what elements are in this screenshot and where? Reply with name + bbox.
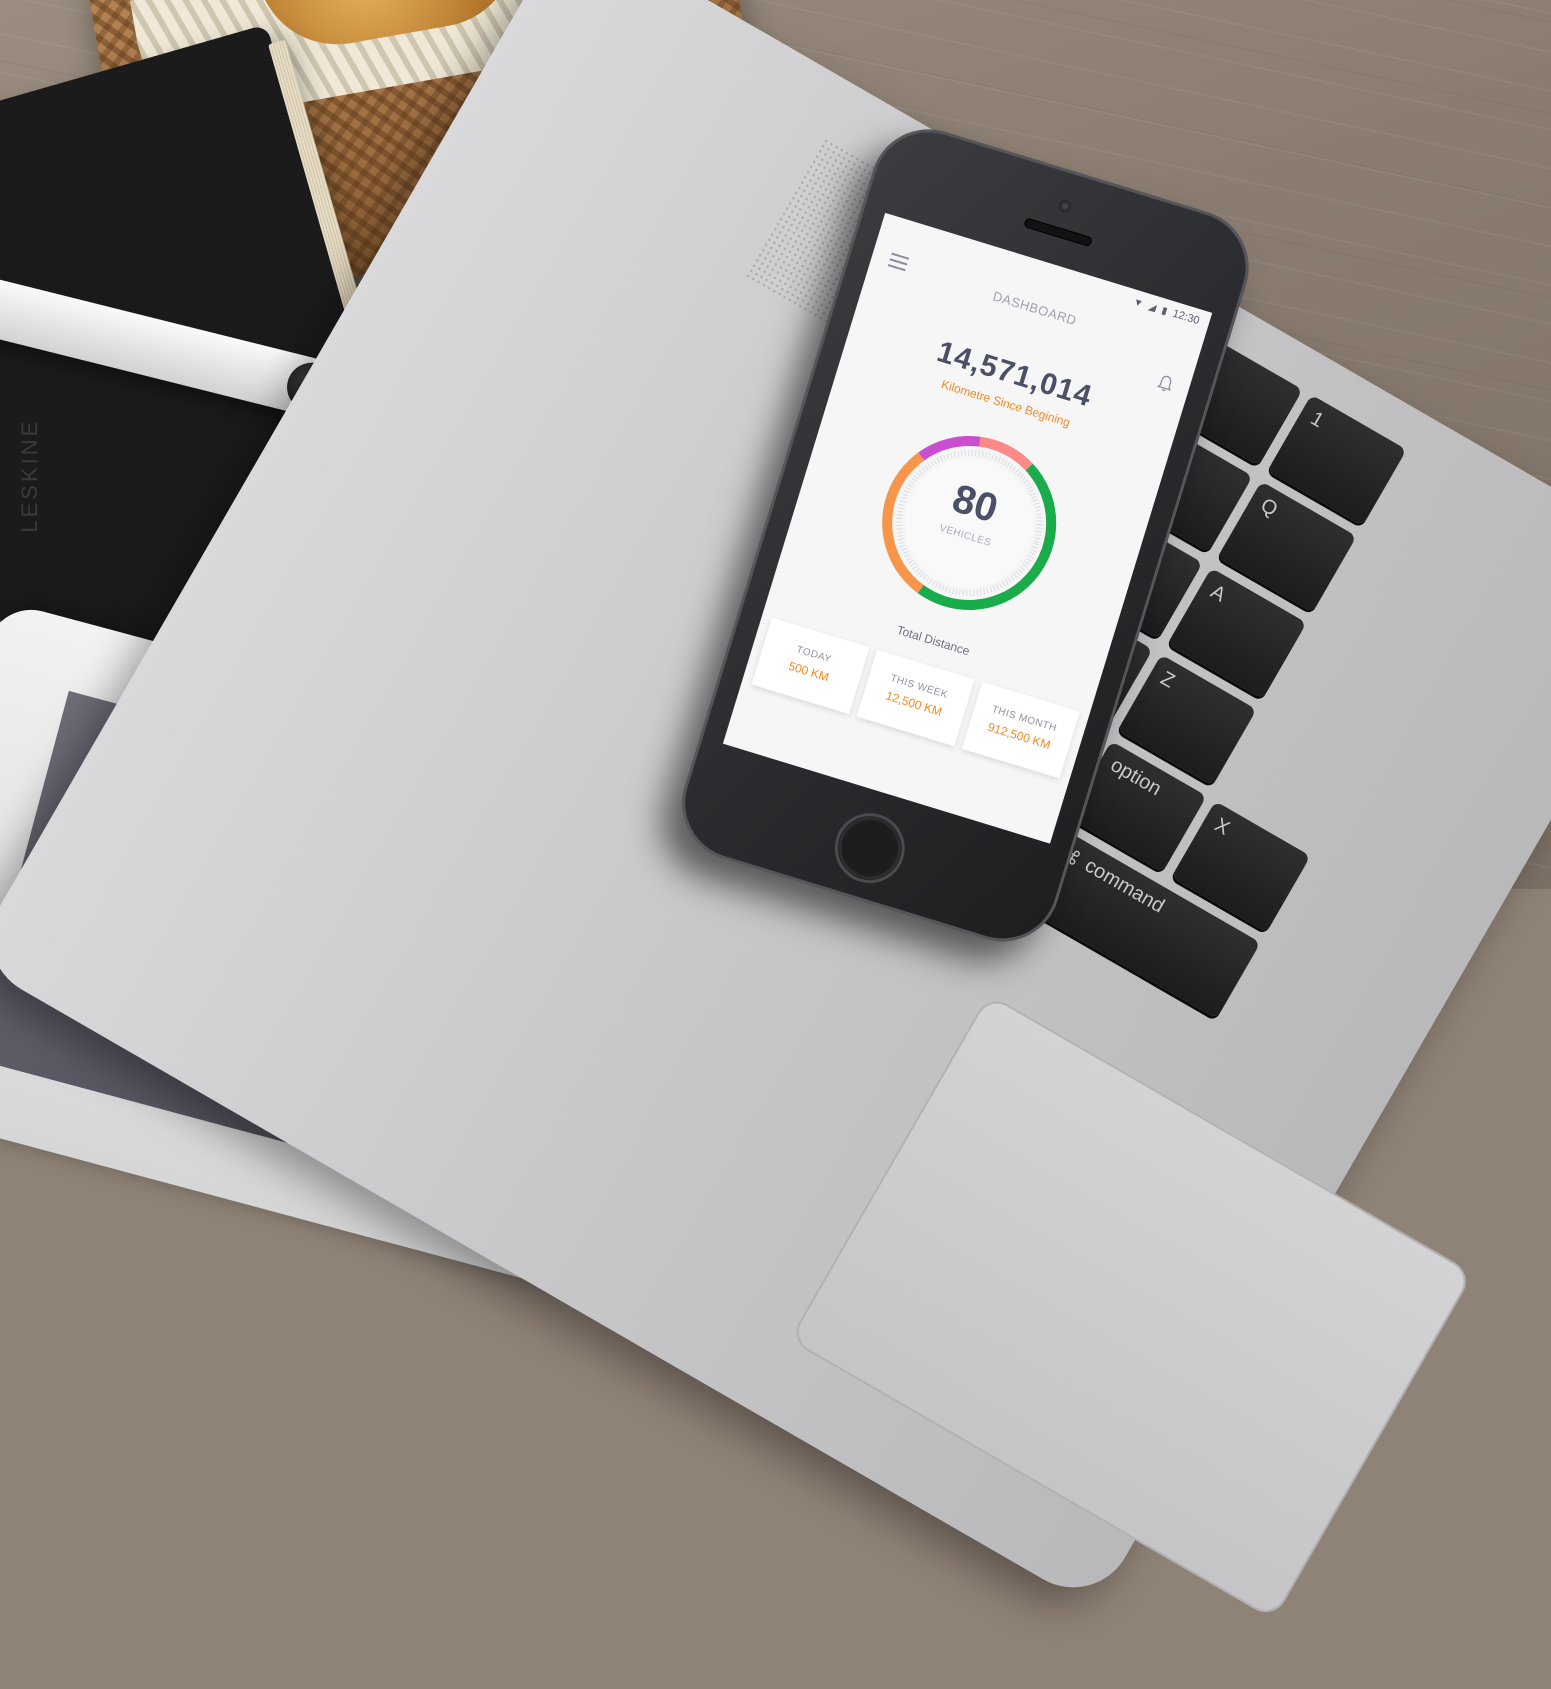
card-this-week[interactable]: THIS WEEK 12,500 KM xyxy=(856,649,975,747)
card-today[interactable]: TODAY 500 KM xyxy=(751,617,870,715)
front-camera xyxy=(1057,198,1073,214)
wifi-icon: ▼ xyxy=(1131,296,1145,310)
home-button[interactable] xyxy=(826,804,914,892)
status-time: 12:30 xyxy=(1171,307,1201,328)
bell-icon[interactable] xyxy=(1155,372,1176,394)
notebook-brand: LESKINE xyxy=(16,418,42,533)
battery-icon: ▮ xyxy=(1160,304,1169,317)
trackpad[interactable] xyxy=(788,993,1474,1620)
signal-icon: ◢ xyxy=(1147,300,1158,314)
earpiece xyxy=(1023,217,1093,248)
card-this-month[interactable]: THIS MONTH 912,500 KM xyxy=(961,681,1080,779)
status-bar: ▼ ◢ ▮ 12:30 xyxy=(1131,296,1201,328)
